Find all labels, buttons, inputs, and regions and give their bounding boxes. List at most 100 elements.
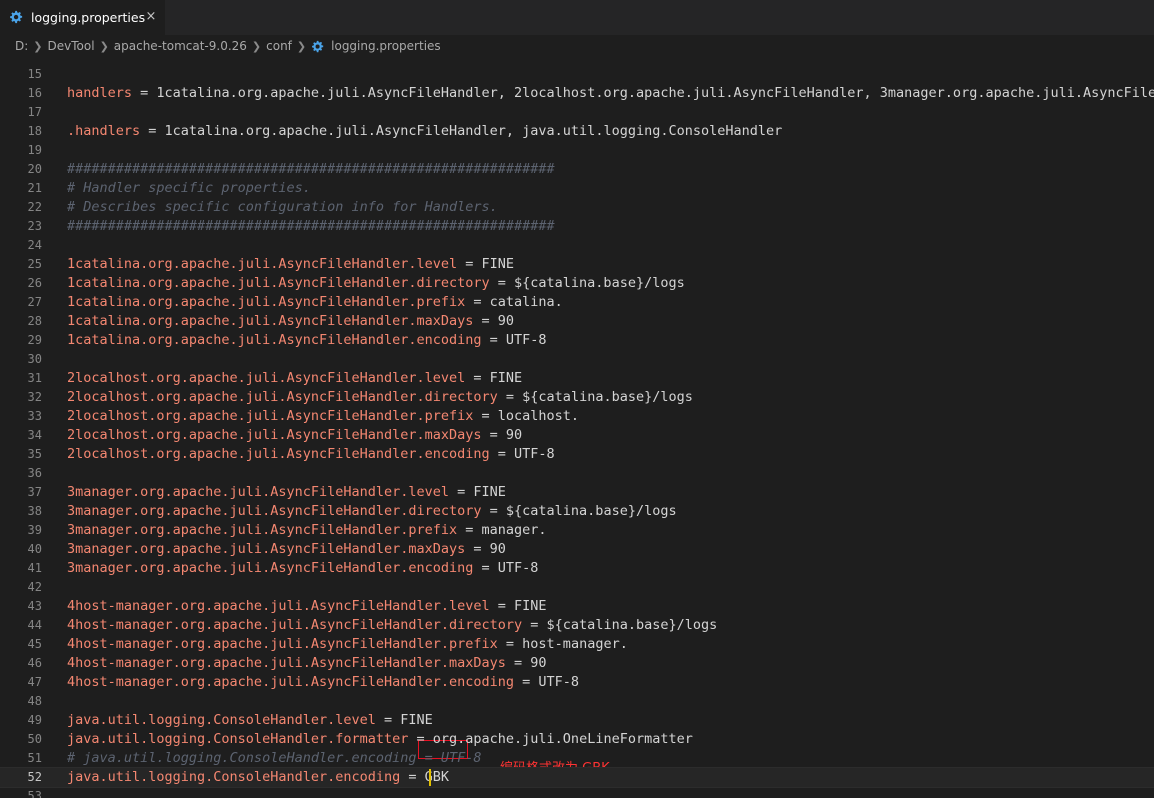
code-line[interactable]: 52 java.util.logging.ConsoleHandler.encod… [0,767,1154,788]
code-line[interactable]: 47 4host-manager.org.apache.juli.AsyncFil… [0,673,1154,692]
code-editor[interactable]: 编码格式改为 GBK 1516handlers = 1catalina.org.… [0,57,1154,798]
property-value: ${catalina.base}/logs [505,503,677,519]
code-line[interactable]: 51 # java.util.logging.ConsoleHandler.enc… [0,749,1154,768]
line-number: 26 [27,276,42,290]
code-line[interactable]: 32 2localhost.org.apache.juli.AsyncFileHa… [0,388,1154,407]
line-number: 53 [27,789,42,798]
code-line[interactable]: 45 4host-manager.org.apache.juli.AsyncFil… [0,635,1154,654]
code-line[interactable]: 34 2localhost.org.apache.juli.AsyncFileHa… [0,426,1154,445]
property-separator: = [481,503,506,519]
code-line[interactable]: 36 [0,464,1154,483]
code-line[interactable]: 24 [0,236,1154,255]
code-line[interactable]: 20 ######################################… [0,160,1154,179]
line-number: 38 [27,504,42,518]
line-number: 20 [27,162,42,176]
code-line[interactable]: 38 3manager.org.apache.juli.AsyncFileHand… [0,502,1154,521]
property-key: 4host-manager.org.apache.juli.AsyncFileH… [67,674,515,690]
code-text: 1catalina.org.apache.juli.AsyncFileHandl… [67,255,514,274]
line-number: 46 [27,656,42,670]
code-line[interactable]: 22 # Describes specific configuration inf… [0,198,1154,217]
property-separator: = [465,294,490,310]
code-line[interactable]: 16 handlers = 1catalina.org.apache.juli.A… [0,84,1154,103]
code-line[interactable]: 40 3manager.org.apache.juli.AsyncFileHand… [0,540,1154,559]
property-key: 3manager.org.apache.juli.AsyncFileHandle… [67,522,458,538]
code-line[interactable]: 33 2localhost.org.apache.juli.AsyncFileHa… [0,407,1154,426]
property-key: 4host-manager.org.apache.juli.AsyncFileH… [67,636,498,652]
property-key: 2localhost.org.apache.juli.AsyncFileHand… [67,427,482,443]
property-separator: = [449,484,474,500]
code-line[interactable]: 37 3manager.org.apache.juli.AsyncFileHand… [0,483,1154,502]
line-number: 50 [27,732,42,746]
code-line[interactable]: 42 [0,578,1154,597]
comment-text: ########################################… [67,161,555,177]
code-text: 2localhost.org.apache.juli.AsyncFileHand… [67,407,579,426]
property-value: manager. [481,522,547,538]
code-text: 1catalina.org.apache.juli.AsyncFileHandl… [67,331,547,350]
code-line[interactable]: 39 3manager.org.apache.juli.AsyncFileHand… [0,521,1154,540]
code-line[interactable]: 30 [0,350,1154,369]
code-line[interactable]: 17 [0,103,1154,122]
breadcrumb-item-devtool[interactable]: DevTool [48,39,95,53]
code-line[interactable]: 26 1catalina.org.apache.juli.AsyncFileHan… [0,274,1154,293]
property-value: catalina. [489,294,563,310]
property-key: java.util.logging.ConsoleHandler.formatt… [67,731,409,747]
code-line[interactable]: 43 4host-manager.org.apache.juli.AsyncFil… [0,597,1154,616]
property-key: 3manager.org.apache.juli.AsyncFileHandle… [67,560,474,576]
comment-text: # Describes specific configuration info … [67,199,498,215]
code-line[interactable]: 28 1catalina.org.apache.juli.AsyncFileHan… [0,312,1154,331]
close-icon[interactable]: × [144,9,158,25]
line-number: 25 [27,257,42,271]
code-line[interactable]: 31 2localhost.org.apache.juli.AsyncFileHa… [0,369,1154,388]
code-line[interactable]: 18 .handlers = 1catalina.org.apache.juli.… [0,122,1154,141]
line-number: 16 [27,86,42,100]
property-key: 2localhost.org.apache.juli.AsyncFileHand… [67,408,474,424]
breadcrumb-item-drive[interactable]: D: [15,39,28,53]
line-number: 17 [27,105,42,119]
chevron-right-icon: ❯ [33,39,43,53]
property-separator: = [400,769,425,785]
line-number: 35 [27,447,42,461]
code-line[interactable]: 27 1catalina.org.apache.juli.AsyncFileHan… [0,293,1154,312]
code-line[interactable]: 25 1catalina.org.apache.juli.AsyncFileHan… [0,255,1154,274]
line-number: 44 [27,618,42,632]
breadcrumb-item-conf[interactable]: conf [266,39,292,53]
line-number: 51 [27,751,42,765]
code-line[interactable]: 53 [0,787,1154,798]
property-value: host-manager. [522,636,628,652]
line-number: 24 [27,238,42,252]
code-text: ########################################… [67,217,555,236]
property-key: 2localhost.org.apache.juli.AsyncFileHand… [67,446,490,462]
code-line[interactable]: 46 4host-manager.org.apache.juli.AsyncFil… [0,654,1154,673]
code-line[interactable]: 49 java.util.logging.ConsoleHandler.level… [0,711,1154,730]
property-value: UTF-8 [538,674,580,690]
code-line[interactable]: 44 4host-manager.org.apache.juli.AsyncFil… [0,616,1154,635]
code-text: java.util.logging.ConsoleHandler.level =… [67,711,433,730]
code-text: 4host-manager.org.apache.juli.AsyncFileH… [67,654,547,673]
code-text: # Describes specific configuration info … [67,198,498,217]
code-line[interactable]: 15 [0,65,1154,84]
code-text: 3manager.org.apache.juli.AsyncFileHandle… [67,502,677,521]
breadcrumb-item-tomcat[interactable]: apache-tomcat-9.0.26 [114,39,247,53]
code-line[interactable]: 48 [0,692,1154,711]
property-key: 3manager.org.apache.juli.AsyncFileHandle… [67,541,466,557]
property-value: org.apache.juli.OneLineFormatter [432,731,693,747]
code-line[interactable]: 50 java.util.logging.ConsoleHandler.forma… [0,730,1154,749]
tab-logging-properties[interactable]: logging.properties × [0,0,165,35]
breadcrumb-item-file[interactable]: logging.properties [331,39,441,53]
line-number: 23 [27,219,42,233]
code-line[interactable]: 35 2localhost.org.apache.juli.AsyncFileHa… [0,445,1154,464]
property-key: 2localhost.org.apache.juli.AsyncFileHand… [67,389,498,405]
property-separator: = [489,275,515,291]
code-line[interactable]: 19 [0,141,1154,160]
breadcrumb: D: ❯ DevTool ❯ apache-tomcat-9.0.26 ❯ co… [0,35,1154,57]
code-line[interactable]: 23 ######################################… [0,217,1154,236]
code-line[interactable]: 21 # Handler specific properties. [0,179,1154,198]
code-text: ########################################… [67,160,555,179]
code-text: 3manager.org.apache.juli.AsyncFileHandle… [67,521,547,540]
tab-title: logging.properties [31,10,146,25]
code-text: 2localhost.org.apache.juli.AsyncFileHand… [67,426,522,445]
code-line[interactable]: 41 3manager.org.apache.juli.AsyncFileHand… [0,559,1154,578]
code-text: 4host-manager.org.apache.juli.AsyncFileH… [67,616,717,635]
code-line[interactable]: 29 1catalina.org.apache.juli.AsyncFileHan… [0,331,1154,350]
property-key: 1catalina.org.apache.juli.AsyncFileHandl… [67,313,474,329]
